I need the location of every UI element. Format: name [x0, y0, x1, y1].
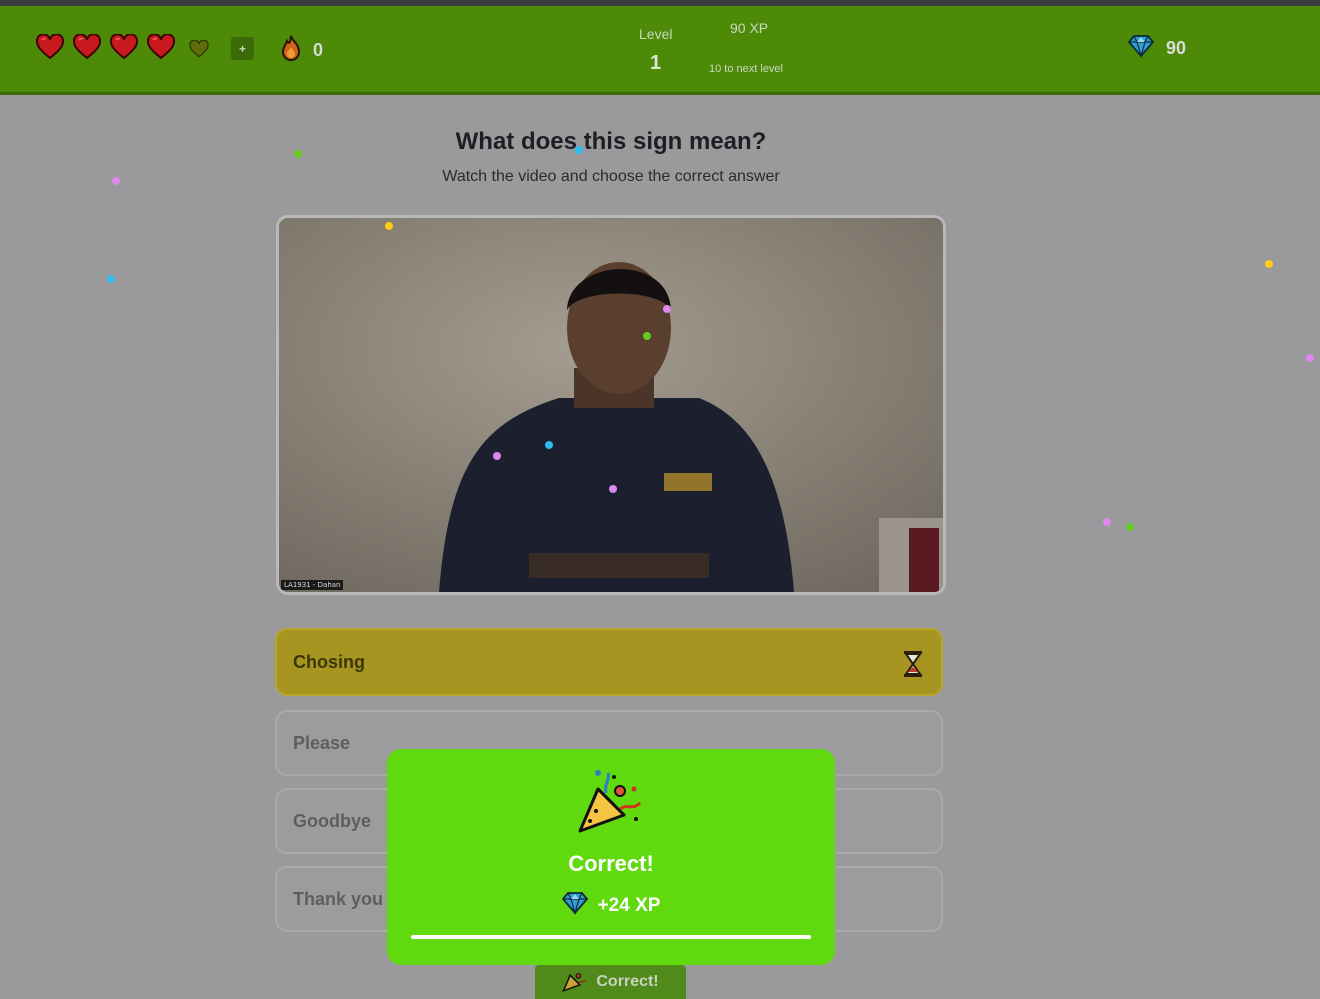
fire-icon: [279, 34, 303, 67]
confetti-dot: [1265, 260, 1273, 268]
heart-icon: [110, 34, 138, 60]
diamond-icon: [561, 891, 588, 921]
hourglass-icon: [903, 650, 923, 683]
confetti-dot: [385, 222, 393, 230]
level-label: Level: [639, 26, 673, 42]
confetti-dot: [107, 275, 115, 283]
confetti-dot: [1306, 354, 1314, 362]
xp-gain-value: +24 XP: [597, 895, 661, 916]
video-caption: LA1931 - Dahan: [281, 580, 344, 590]
answer-option[interactable]: Chosing: [275, 628, 943, 696]
sign-video[interactable]: LA1931 - Dahan: [276, 215, 946, 595]
empty-heart-icon: [188, 40, 210, 60]
question-title: What does this sign mean?: [455, 128, 767, 155]
streak-value: 0: [313, 40, 324, 60]
top-bar: + 0 Level 1 90 XP 10 to next level 90: [0, 6, 1320, 95]
xp-gain: +24 XP: [387, 891, 835, 921]
answer-label: Thank you: [293, 888, 384, 909]
confetti-dot: [643, 332, 651, 340]
confetti-dot: [1126, 523, 1134, 531]
level-value: 1: [650, 52, 662, 74]
confetti-dot: [1103, 518, 1111, 526]
confetti-dot: [493, 452, 501, 460]
confetti-dot: [609, 485, 617, 493]
heart-icon: [36, 34, 64, 60]
confetti-dot: [112, 177, 120, 185]
diamond-icon: [1127, 34, 1155, 63]
answer-label: Please: [293, 732, 351, 753]
party-popper-icon: [576, 767, 646, 842]
gems-counter: 90: [1127, 34, 1187, 63]
heart-icon: [73, 34, 101, 60]
heart-icon: [147, 34, 175, 60]
confetti-dot: [663, 305, 671, 313]
xp-to-next-level: 10 to next level: [709, 63, 783, 75]
feedback-timer-bar: [411, 935, 811, 939]
confetti-dot: [575, 146, 583, 154]
continue-button[interactable]: Correct!: [535, 965, 686, 999]
answer-label: Chosing: [293, 651, 365, 672]
question-subtitle: Watch the video and choose the correct a…: [442, 168, 780, 185]
correct-feedback-popup: Correct! +24 XP: [387, 749, 835, 965]
gems-value: 90: [1166, 38, 1187, 58]
xp-total: 90 XP: [730, 20, 769, 36]
streak-counter: 0: [279, 34, 323, 67]
party-popper-icon: [562, 967, 588, 998]
video-frame: [279, 218, 943, 592]
answer-label: Goodbye: [293, 810, 372, 831]
confetti-dot: [545, 441, 553, 449]
add-hearts-button[interactable]: +: [231, 37, 254, 60]
confetti-dot: [294, 150, 302, 158]
continue-button-label: Correct!: [596, 973, 659, 990]
hearts-meter: [36, 34, 210, 60]
feedback-title: Correct!: [568, 851, 654, 876]
